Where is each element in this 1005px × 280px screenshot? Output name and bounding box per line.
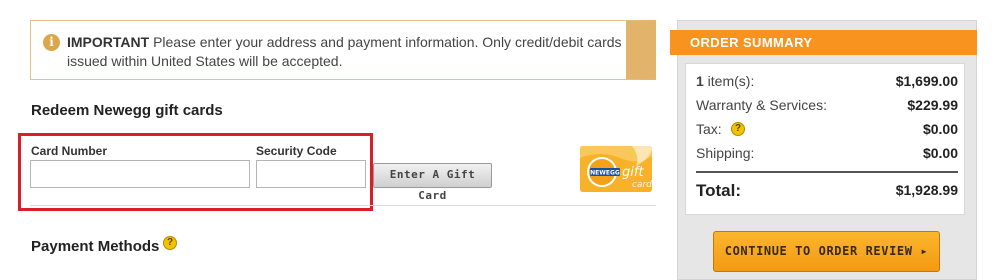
summary-row-shipping: Shipping: $0.00	[696, 145, 958, 163]
shipping-value: $0.00	[922, 145, 958, 161]
important-notice: i IMPORTANT Please enter your address an…	[30, 20, 656, 80]
gift-card-brand-text: NEWEGG	[590, 170, 620, 177]
section-divider	[30, 205, 656, 206]
card-number-input[interactable]	[30, 160, 250, 188]
total-label: Total:	[696, 181, 742, 200]
gift-card-card-text: card	[632, 180, 652, 190]
summary-separator	[696, 171, 958, 173]
order-summary-header: ORDER SUMMARY	[670, 30, 977, 55]
gift-card-heading: Redeem Newegg gift cards	[31, 102, 223, 119]
warranty-value: $229.99	[907, 97, 958, 113]
warranty-label: Warranty & Services:	[696, 97, 827, 113]
items-label: 1 item(s):	[696, 73, 754, 89]
order-summary-box: 1 item(s): $1,699.00 Warranty & Services…	[685, 63, 965, 215]
notice-strong: IMPORTANT	[67, 34, 150, 50]
total-value: $1,928.99	[895, 182, 958, 198]
items-count: 1	[696, 73, 704, 89]
card-number-label: Card Number	[31, 144, 108, 158]
notice-text: IMPORTANT Please enter your address and …	[67, 33, 622, 71]
summary-row-tax: Tax: ? $0.00	[696, 121, 958, 139]
security-code-label: Security Code	[256, 144, 337, 158]
tax-value: $0.00	[922, 121, 958, 137]
summary-row-warranty: Warranty & Services: $229.99	[696, 97, 958, 115]
gift-card-image: NEWEGG gift card	[580, 146, 652, 192]
enter-gift-card-button[interactable]: Enter A Gift Card	[373, 163, 492, 202]
continue-to-order-review-button[interactable]: CONTINUE TO ORDER REVIEW ▸	[713, 231, 940, 272]
payment-methods-heading: Payment Methods	[31, 238, 160, 255]
summary-row-total: Total: $1,928.99	[696, 181, 958, 200]
payment-help-icon[interactable]: ?	[163, 236, 177, 250]
info-icon: i	[43, 34, 60, 51]
tax-help-icon[interactable]: ?	[731, 122, 745, 136]
items-label-text: item(s):	[703, 73, 755, 89]
shipping-label: Shipping:	[696, 145, 755, 161]
tax-label: Tax:	[696, 121, 722, 137]
gift-card-graphic: NEWEGG gift card	[580, 146, 652, 192]
gift-card-gift-text: gift	[622, 165, 644, 180]
security-code-input[interactable]	[256, 160, 366, 188]
summary-row-items: 1 item(s): $1,699.00	[696, 73, 958, 91]
items-value: $1,699.00	[895, 73, 958, 89]
notice-message: Please enter your address and payment in…	[67, 34, 622, 69]
